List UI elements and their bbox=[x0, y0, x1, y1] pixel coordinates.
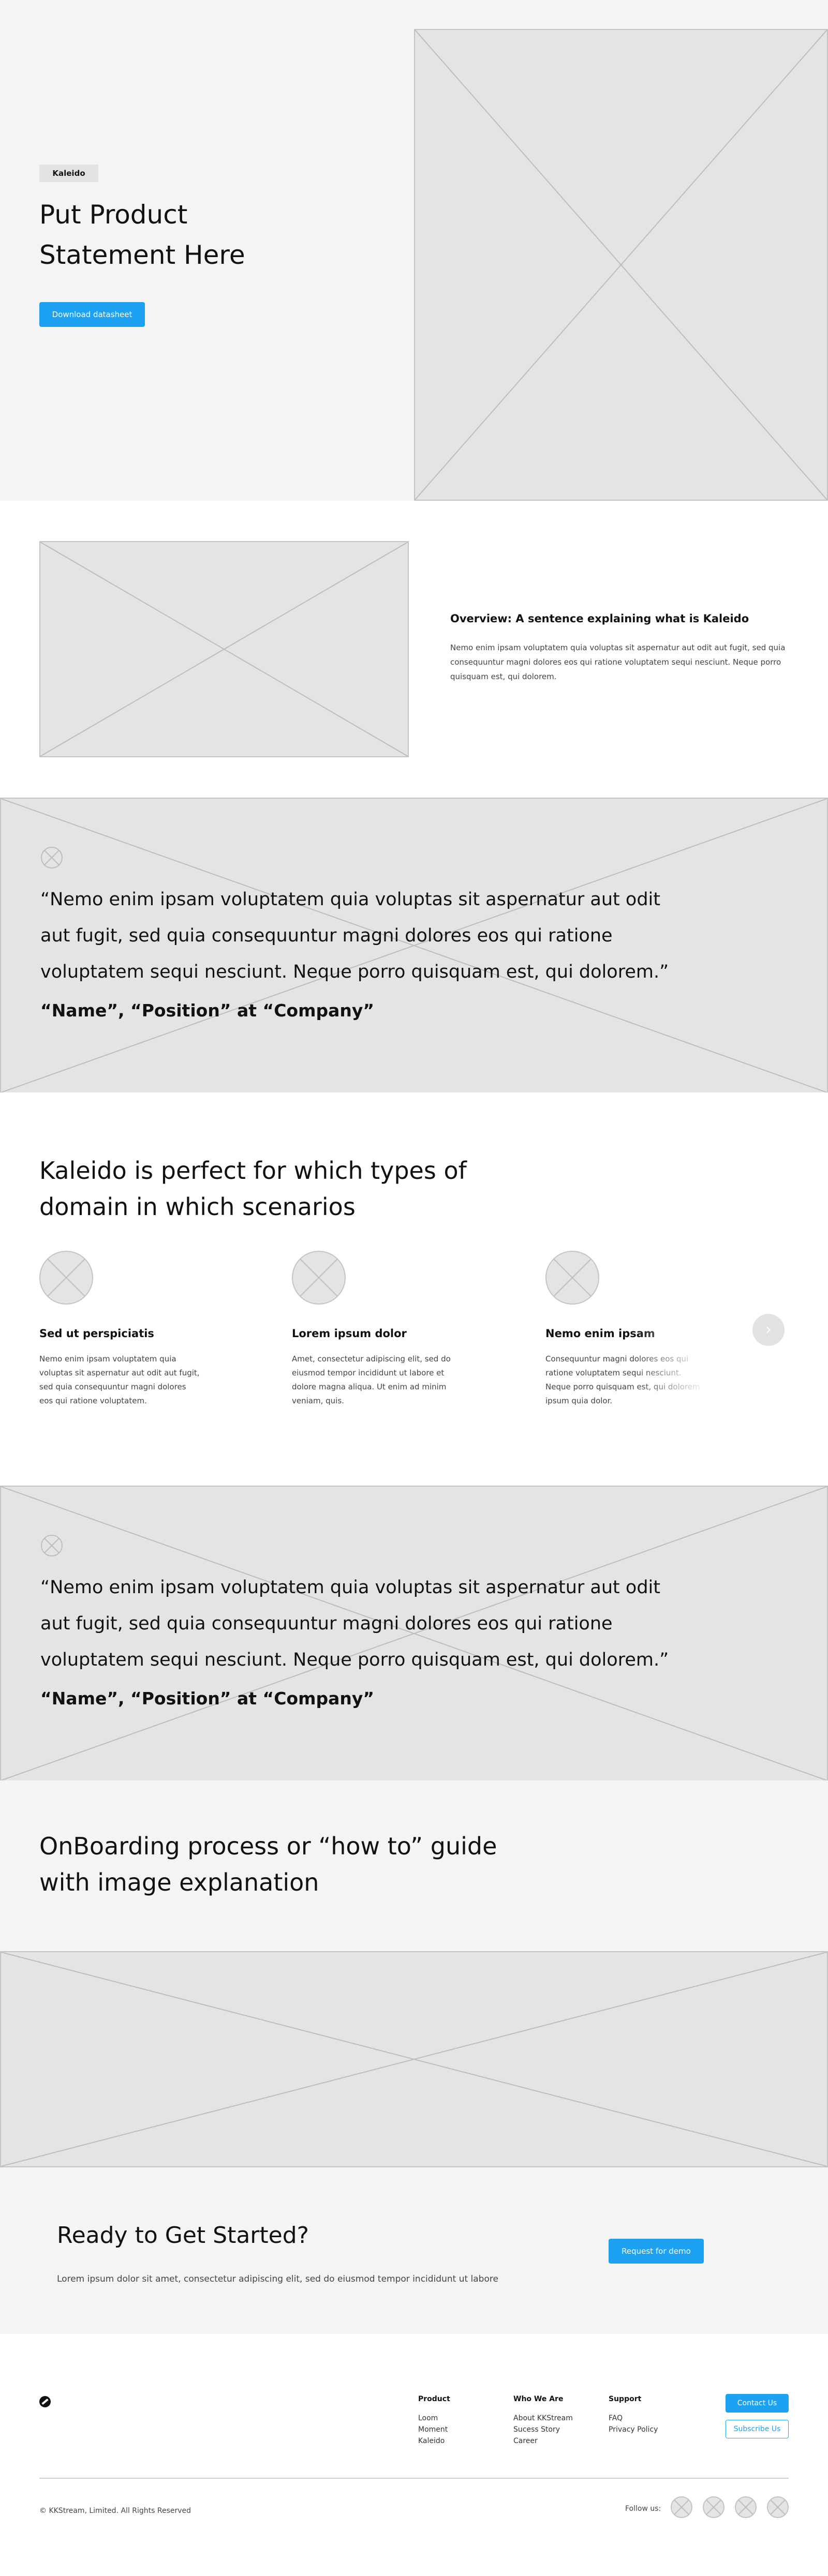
social-icon[interactable] bbox=[767, 2496, 789, 2518]
chevron-right-icon[interactable]: › bbox=[752, 1314, 785, 1346]
onboarding-title: OnBoarding process or “how to” guide wit… bbox=[39, 1832, 497, 1896]
onboarding-section: OnBoarding process or “how to” guide wit… bbox=[0, 1780, 828, 1951]
footer-link[interactable]: Kaleido bbox=[418, 2435, 501, 2447]
contact-us-button[interactable]: Contact Us bbox=[726, 2394, 789, 2413]
domain-card-text: Amet, consectetur adipiscing elit, sed d… bbox=[292, 1354, 451, 1405]
overview-title: Overview: A sentence explaining what is … bbox=[450, 612, 749, 625]
testimonial-section: “Nemo enim ipsam voluptatem quia volupta… bbox=[0, 798, 828, 1094]
product-tag: Kaleido bbox=[39, 164, 98, 182]
testimonial-quote: “Nemo enim ipsam voluptatem quia volupta… bbox=[40, 1577, 669, 1670]
testimonial-author: “Name”, “Position” at “Company” bbox=[40, 1000, 375, 1021]
footer-column-support: Support FAQ Privacy Policy bbox=[609, 2395, 691, 2435]
domain-card: Sed ut perspiciatis Nemo enim ipsam volu… bbox=[39, 1251, 200, 1408]
social-icon[interactable] bbox=[735, 2496, 757, 2518]
footer-column-product: Product Loom Moment Kaleido bbox=[418, 2395, 501, 2447]
cta-title: Ready to Get Started? bbox=[57, 2222, 309, 2249]
overview-image-placeholder bbox=[39, 541, 409, 757]
footer-heading: Product bbox=[418, 2395, 450, 2403]
social-icon[interactable] bbox=[703, 2496, 724, 2518]
domain-card-title: Sed ut perspiciatis bbox=[39, 1327, 154, 1340]
footer-link[interactable]: About KKStream bbox=[513, 2413, 596, 2424]
footer: Product Loom Moment Kaleido Who We Are A… bbox=[0, 2334, 828, 2576]
hero-image-placeholder bbox=[414, 29, 828, 501]
domains-section: Kaleido is perfect for which types of do… bbox=[0, 1092, 828, 1486]
domain-card: Lorem ipsum dolor Amet, consectetur adip… bbox=[292, 1251, 452, 1408]
request-demo-button[interactable]: Request for demo bbox=[609, 2239, 704, 2264]
overview-section: Overview: A sentence explaining what is … bbox=[0, 501, 828, 798]
testimonial-section: “Nemo enim ipsam voluptatem quia volupta… bbox=[0, 1486, 828, 1781]
onboarding-image-placeholder bbox=[0, 1951, 828, 2167]
overview-text: Nemo enim ipsam voluptatem quia voluptas… bbox=[450, 643, 786, 681]
footer-link[interactable]: Career bbox=[513, 2435, 596, 2447]
domain-card-title: Lorem ipsum dolor bbox=[292, 1327, 407, 1340]
social-icon[interactable] bbox=[671, 2496, 692, 2518]
follow-us-label: Follow us: bbox=[625, 2505, 661, 2513]
cta-section: Ready to Get Started? Lorem ipsum dolor … bbox=[0, 2167, 828, 2334]
subscribe-us-button[interactable]: Subscribe Us bbox=[726, 2420, 789, 2438]
footer-link[interactable]: Privacy Policy bbox=[609, 2424, 691, 2435]
footer-link[interactable]: Loom bbox=[418, 2413, 501, 2424]
testimonial-author: “Name”, “Position” at “Company” bbox=[40, 1688, 375, 1709]
footer-link[interactable]: FAQ bbox=[609, 2413, 691, 2424]
quote-icon bbox=[40, 846, 63, 869]
footer-link[interactable]: Sucess Story bbox=[513, 2424, 596, 2435]
testimonial-quote: “Nemo enim ipsam voluptatem quia volupta… bbox=[40, 889, 669, 982]
footer-column-who-we-are: Who We Are About KKStream Sucess Story C… bbox=[513, 2395, 596, 2447]
quote-icon bbox=[40, 1534, 63, 1557]
download-datasheet-button[interactable]: Download datasheet bbox=[39, 302, 145, 327]
domain-image-placeholder bbox=[545, 1251, 599, 1305]
hero-section: Kaleido Put Product Statement Here Downl… bbox=[0, 0, 828, 501]
cta-text: Lorem ipsum dolor sit amet, consectetur … bbox=[57, 2274, 498, 2284]
domain-image-placeholder bbox=[39, 1251, 93, 1305]
domain-card-text: Nemo enim ipsam voluptatem quia voluptas… bbox=[39, 1354, 200, 1405]
logo-icon[interactable] bbox=[39, 2396, 51, 2407]
footer-link[interactable]: Moment bbox=[418, 2424, 501, 2435]
hero-title: Put Product Statement Here bbox=[39, 200, 245, 270]
domain-image-placeholder bbox=[292, 1251, 346, 1305]
footer-divider bbox=[39, 2478, 789, 2479]
footer-heading: Support bbox=[609, 2395, 642, 2403]
domains-title: Kaleido is perfect for which types of do… bbox=[39, 1157, 467, 1221]
copyright-text: © KKStream, Limited. All Rights Reserved bbox=[39, 2507, 191, 2515]
carousel-fade bbox=[637, 1299, 740, 1403]
footer-heading: Who We Are bbox=[513, 2395, 564, 2403]
